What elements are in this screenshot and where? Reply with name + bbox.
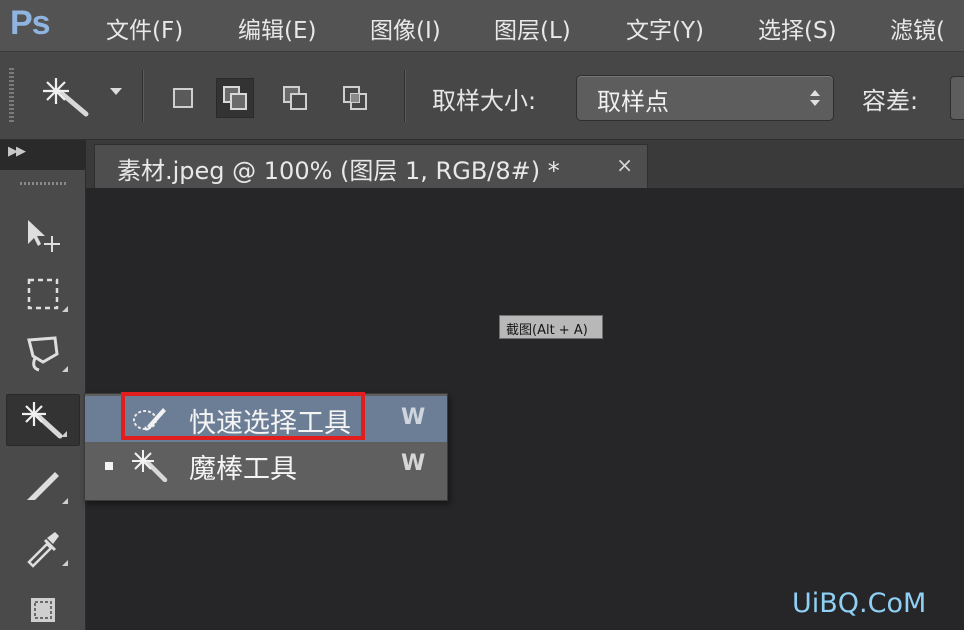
- slice-knife-icon: [27, 472, 59, 500]
- intersect-selection-button[interactable]: [336, 78, 374, 118]
- document-tab[interactable]: 素材.jpeg @ 100% (图层 1, RGB/8#) * ×: [94, 144, 648, 188]
- magic-wand-icon: [132, 450, 168, 482]
- flyout-item-label: 魔棒工具: [189, 454, 297, 485]
- document-tab-title: 素材.jpeg @ 100% (图层 1, RGB/8#) *: [117, 157, 560, 185]
- tolerance-label: 容差:: [862, 87, 919, 115]
- flyout-item-magic-wand[interactable]: 魔棒工具 W: [85, 442, 447, 488]
- lasso-tool[interactable]: [6, 328, 80, 380]
- more-tools-indicator: [62, 498, 68, 504]
- site-watermark: UiBQ.CoM: [792, 588, 927, 619]
- more-tools-indicator: [62, 366, 68, 372]
- options-bar: 取样大小: 取样点 容差:: [0, 52, 964, 140]
- tools-panel-header: ▶▶: [0, 140, 86, 170]
- menu-select[interactable]: 选择(S): [758, 11, 837, 45]
- screenshot-tooltip: 截图(Alt + A): [499, 315, 603, 339]
- select-arrows-icon: [810, 90, 820, 106]
- chevron-down-icon[interactable]: [110, 88, 122, 95]
- subtract-from-selection-button[interactable]: [276, 78, 314, 118]
- divider: [404, 70, 405, 122]
- divider: [142, 70, 143, 122]
- tool-preset-picker[interactable]: [40, 74, 96, 118]
- crop-tool[interactable]: [6, 460, 80, 512]
- menu-bar: Ps 文件(F) 编辑(E) 图像(I) 图层(L) 文字(Y) 选择(S) 滤…: [0, 0, 964, 52]
- polygonal-lasso-icon: [27, 336, 59, 372]
- menu-layer[interactable]: 图层(L): [494, 11, 571, 45]
- menu-file[interactable]: 文件(F): [106, 11, 183, 45]
- add-to-selection-icon: [223, 86, 247, 110]
- flyout-item-shortcut: W: [401, 451, 426, 476]
- magic-wand-icon: [22, 402, 63, 439]
- expand-panel-icon[interactable]: ▶▶: [8, 144, 26, 159]
- rectangular-marquee-icon: [27, 278, 59, 310]
- sample-size-value: 取样点: [597, 88, 669, 116]
- intersect-selection-icon: [343, 86, 367, 110]
- subtract-from-selection-icon: [283, 86, 307, 110]
- photoshop-logo: Ps: [10, 4, 51, 42]
- new-selection-icon: [173, 88, 193, 108]
- document-tab-bar: 素材.jpeg @ 100% (图层 1, RGB/8#) * ×: [86, 140, 964, 188]
- patch-tool[interactable]: [6, 584, 80, 630]
- sample-size-select[interactable]: 取样点: [576, 75, 834, 121]
- menu-image[interactable]: 图像(I): [370, 11, 441, 45]
- options-bar-grip[interactable]: [9, 68, 14, 124]
- eyedropper-icon: [27, 532, 59, 568]
- flyout-item-shortcut: W: [401, 405, 426, 430]
- move-tool[interactable]: [6, 208, 80, 260]
- tools-panel-grip[interactable]: [20, 182, 66, 185]
- sample-size-label: 取样大小:: [432, 87, 537, 115]
- flyout-item-quick-selection[interactable]: 快速选择工具 W: [85, 392, 447, 442]
- move-icon: [28, 220, 60, 252]
- more-tools-indicator: [62, 560, 68, 566]
- marquee-tool[interactable]: [6, 268, 80, 320]
- menu-type[interactable]: 文字(Y): [626, 11, 704, 45]
- current-tool-bullet: [105, 462, 113, 470]
- add-to-selection-button[interactable]: [216, 78, 254, 118]
- menu-filter[interactable]: 滤镜(: [890, 11, 945, 45]
- eyedropper-tool[interactable]: [6, 522, 80, 574]
- patch-icon: [31, 598, 55, 622]
- menu-edit[interactable]: 编辑(E): [238, 11, 316, 45]
- new-selection-button[interactable]: [164, 78, 202, 118]
- magic-wand-icon: [43, 78, 89, 117]
- more-tools-indicator: [62, 306, 68, 312]
- tools-panel: ▶▶: [0, 140, 86, 630]
- highlight-annotation-box: [121, 392, 365, 440]
- tolerance-input[interactable]: [950, 76, 964, 120]
- more-tools-indicator: [61, 431, 67, 437]
- close-icon[interactable]: ×: [616, 153, 633, 177]
- tool-flyout-menu: 快速选择工具 W 魔棒工具 W: [84, 392, 448, 501]
- magic-wand-tool[interactable]: [6, 394, 80, 446]
